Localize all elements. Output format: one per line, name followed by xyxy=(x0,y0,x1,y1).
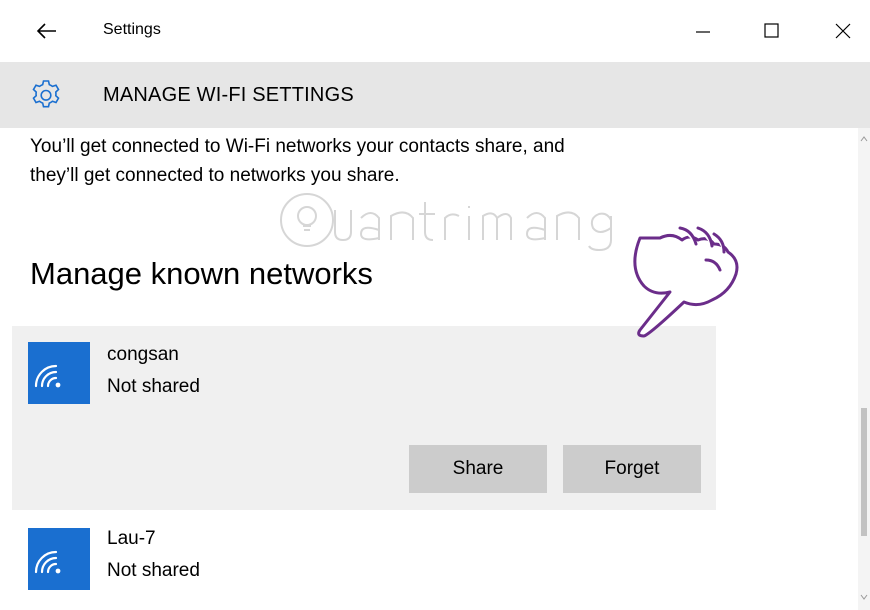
gear-icon xyxy=(32,80,60,108)
content-area: You’ll get connected to Wi-Fi networks y… xyxy=(0,128,858,610)
network-status: Not shared xyxy=(107,376,200,397)
wifi-icon xyxy=(28,342,90,404)
maximize-icon[interactable] xyxy=(758,18,784,44)
network-item-lau-7[interactable]: Lau-7 Not shared xyxy=(12,518,716,610)
pointing-hand-icon xyxy=(633,226,739,338)
forget-button[interactable]: Forget xyxy=(563,445,701,493)
network-status: Not shared xyxy=(107,560,200,581)
window-title: Settings xyxy=(103,21,161,38)
close-icon[interactable] xyxy=(830,18,856,44)
scroll-down-icon[interactable] xyxy=(860,594,868,600)
minimize-icon[interactable] xyxy=(690,18,716,44)
back-arrow-icon[interactable] xyxy=(34,18,60,44)
network-name: congsan xyxy=(107,344,179,365)
network-name: Lau-7 xyxy=(107,528,156,549)
page-header: MANAGE WI-FI SETTINGS xyxy=(0,62,870,128)
scrollbar[interactable] xyxy=(858,128,870,610)
description-line-1: You’ll get connected to Wi-Fi networks y… xyxy=(30,136,565,157)
share-button[interactable]: Share xyxy=(409,445,547,493)
page-title: MANAGE WI-FI SETTINGS xyxy=(103,84,354,106)
scrollbar-thumb[interactable] xyxy=(861,408,867,536)
network-item-congsan[interactable]: congsan Not shared Share Forget xyxy=(12,326,716,510)
title-bar: Settings xyxy=(0,0,870,62)
section-title: Manage known networks xyxy=(30,256,373,291)
scroll-up-icon[interactable] xyxy=(860,136,868,142)
wifi-icon xyxy=(28,528,90,590)
